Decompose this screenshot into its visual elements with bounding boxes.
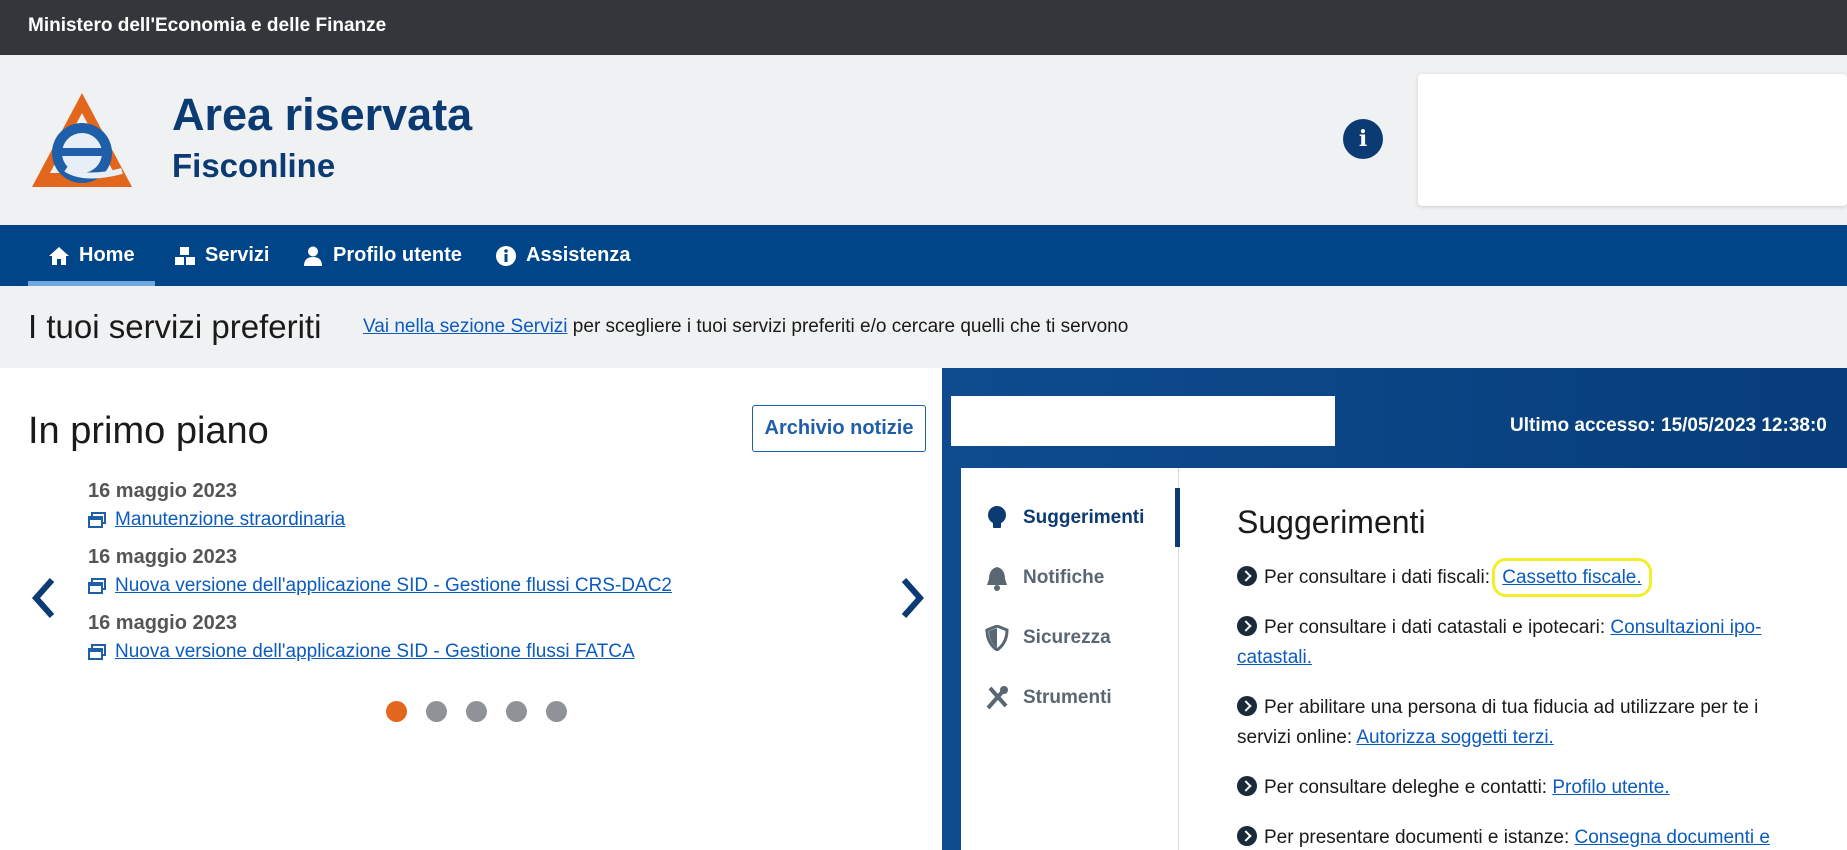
- arrow-circle-icon: [1237, 776, 1257, 796]
- news-item: 16 maggio 2023 Nuova versione dell'appli…: [88, 612, 778, 663]
- arrow-circle-icon: [1237, 566, 1257, 586]
- bell-icon: [987, 567, 1007, 591]
- news-link[interactable]: Nuova versione dell'applicazione SID - G…: [115, 575, 672, 597]
- main-nav: Home Servizi Profilo utente Assistenza: [0, 225, 1847, 286]
- profilo-link[interactable]: Profilo utente.: [1552, 777, 1669, 798]
- suggestions-card: Suggerimenti Notifiche Sicurezza Strumen…: [961, 468, 1847, 850]
- carousel-dot[interactable]: [546, 701, 567, 722]
- info-icon[interactable]: i: [1343, 119, 1383, 159]
- nav-item-label: Assistenza: [526, 244, 631, 266]
- suggestion-text: Per consultare deleghe e contatti:: [1264, 777, 1553, 798]
- tools-icon: [986, 686, 1008, 710]
- header: Area riservata Fisconline i: [0, 55, 1847, 225]
- nav-item-label: Home: [79, 244, 135, 266]
- consegna-documenti-link[interactable]: Consegna documenti e: [1575, 827, 1770, 848]
- menu-item-strumenti[interactable]: Strumenti: [985, 678, 1112, 718]
- nav-item-profilo[interactable]: Profilo utente: [302, 225, 462, 286]
- window-icon: [88, 512, 106, 528]
- news-date: 16 maggio 2023: [88, 480, 237, 502]
- carousel-dot[interactable]: [426, 701, 447, 722]
- arrow-circle-icon: [1237, 826, 1257, 846]
- news-item: 16 maggio 2023 Manutenzione straordinari…: [88, 480, 778, 531]
- window-icon: [88, 644, 106, 660]
- news-title: In primo piano: [28, 410, 269, 452]
- menu-item-notifiche[interactable]: Notifiche: [985, 558, 1104, 598]
- cubes-icon: [174, 245, 196, 267]
- autorizza-link[interactable]: Autorizza soggetti terzi.: [1356, 727, 1553, 748]
- favorites-bar: I tuoi servizi preferiti Vai nella sezio…: [0, 286, 1847, 368]
- news-date: 16 maggio 2023: [88, 546, 237, 568]
- suggestion-text: Per presentare documenti e istanze:: [1264, 827, 1575, 848]
- suggestion-item: Per abilitare una persona di tua fiducia…: [1237, 693, 1797, 753]
- user-icon: [302, 245, 324, 267]
- nav-item-label: Servizi: [205, 244, 270, 266]
- side-menu: Suggerimenti Notifiche Sicurezza Strumen…: [961, 468, 1180, 850]
- active-indicator: [1175, 488, 1180, 547]
- arrow-circle-icon: [1237, 616, 1257, 636]
- account-panel: Ultimo accesso: 15/05/2023 12:38:0 Sugge…: [942, 368, 1847, 850]
- nav-item-home[interactable]: Home: [28, 225, 155, 286]
- ministry-name: Ministero dell'Economia e delle Finanze: [28, 15, 387, 36]
- menu-item-label: Strumenti: [1023, 687, 1112, 708]
- chevron-left-icon[interactable]: [28, 576, 58, 620]
- favorites-title: I tuoi servizi preferiti: [28, 308, 322, 345]
- window-icon: [88, 578, 106, 594]
- news-item: 16 maggio 2023 Nuova versione dell'appli…: [88, 546, 778, 597]
- news-link[interactable]: Manutenzione straordinaria: [115, 509, 345, 531]
- menu-item-suggerimenti[interactable]: Suggerimenti: [985, 498, 1144, 538]
- servizi-section-link[interactable]: Vai nella sezione Servizi: [363, 316, 568, 337]
- carousel-dot[interactable]: [506, 701, 527, 722]
- menu-item-sicurezza[interactable]: Sicurezza: [985, 618, 1111, 658]
- carousel-dot[interactable]: [386, 701, 407, 722]
- news-date: 16 maggio 2023: [88, 612, 237, 634]
- page-title: Area riservata: [172, 89, 473, 140]
- menu-item-label: Suggerimenti: [1023, 507, 1145, 528]
- suggestion-text: Per consultare i dati fiscali:: [1264, 567, 1496, 588]
- nav-item-assistenza[interactable]: Assistenza: [495, 225, 631, 286]
- news-panel: In primo piano Archivio notizie 16 maggi…: [0, 368, 942, 850]
- suggestion-item: Per consultare i dati catastali e ipotec…: [1237, 613, 1797, 673]
- suggestion-item: Per consultare i dati fiscali: Cassetto …: [1237, 558, 1797, 597]
- account-input[interactable]: [951, 396, 1335, 446]
- lightbulb-icon: [988, 506, 1006, 528]
- page-subtitle: Fisconline: [172, 147, 336, 184]
- arrow-circle-icon: [1237, 696, 1257, 716]
- agenzia-entrate-logo[interactable]: [26, 91, 138, 189]
- user-box[interactable]: [1418, 74, 1847, 206]
- menu-item-label: Notifiche: [1023, 567, 1105, 588]
- info-icon: [495, 245, 517, 267]
- suggestion-item: Per presentare documenti e istanze: Cons…: [1237, 823, 1797, 850]
- news-link[interactable]: Nuova versione dell'applicazione SID - G…: [115, 641, 635, 663]
- archive-button[interactable]: Archivio notizie: [752, 405, 926, 452]
- menu-item-label: Sicurezza: [1023, 627, 1111, 648]
- shield-icon: [985, 625, 1009, 651]
- top-bar: Ministero dell'Economia e delle Finanze: [0, 0, 1847, 55]
- cassetto-fiscale-link[interactable]: Cassetto fiscale.: [1492, 558, 1652, 597]
- home-icon: [48, 245, 70, 267]
- carousel-dot[interactable]: [466, 701, 487, 722]
- last-access: Ultimo accesso: 15/05/2023 12:38:0: [1510, 415, 1827, 436]
- carousel-pagination: [386, 701, 567, 722]
- favorites-description: Vai nella sezione Servizi per scegliere …: [363, 316, 1128, 338]
- chevron-right-icon[interactable]: [898, 576, 928, 620]
- suggestions-title: Suggerimenti: [1237, 504, 1426, 540]
- favorites-text: per scegliere i tuoi servizi preferiti e…: [567, 316, 1129, 337]
- nav-item-servizi[interactable]: Servizi: [174, 225, 269, 286]
- nav-item-label: Profilo utente: [333, 244, 462, 266]
- suggestion-item: Per consultare deleghe e contatti: Profi…: [1237, 773, 1797, 803]
- suggestion-text: Per consultare i dati catastali e ipotec…: [1264, 617, 1611, 638]
